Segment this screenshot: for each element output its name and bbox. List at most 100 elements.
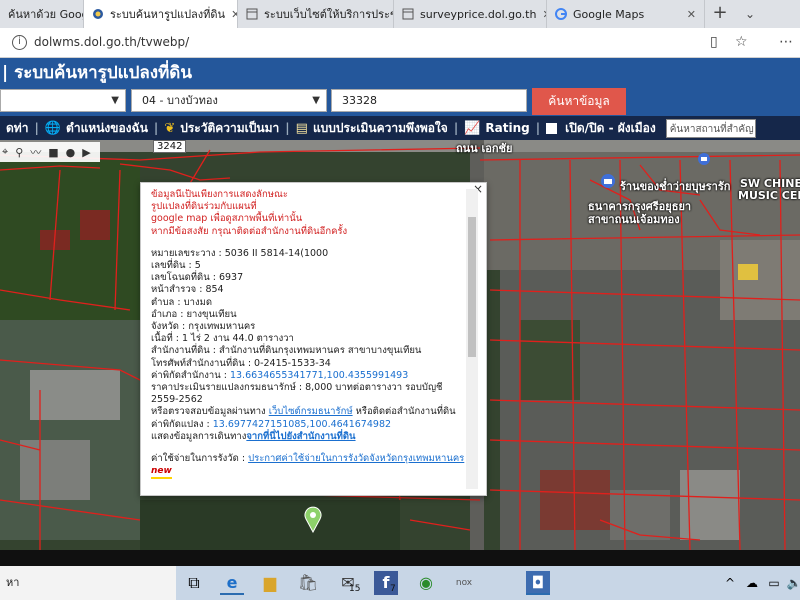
browser-tab-strip: ค้นหาด้วย Google ระบบค้นหารูปแปลงที่ดิน … — [0, 0, 800, 28]
cloud-icon[interactable]: ☁ — [740, 571, 764, 595]
shop-label: ร้านของช่ำว่ายบุษรารัก — [620, 180, 731, 193]
menu-item-my-location[interactable]: 🌐 ตำแหน่งของฉัน — [39, 116, 154, 140]
menu-item-label: ดท่า — [6, 120, 29, 135]
menu-item-label: แบบประเมินความพึงพอใจ — [312, 120, 448, 135]
popup-content[interactable]: ข้อมูลนี้เป็นเพียงการแสดงลักษณะ รูปแปลงท… — [151, 189, 473, 489]
draw-toolbar: ⌖ ⚲ 〰 ■ ● ▶ — [0, 142, 100, 162]
province-select[interactable]: ▼ — [0, 89, 126, 112]
route-to-office-link[interactable]: จากที่นี่ไปยังสำนักงานที่ดิน — [246, 431, 355, 442]
checkbox-icon[interactable] — [546, 122, 558, 134]
tab-google-search[interactable]: ค้นหาด้วย Google — [0, 0, 84, 28]
bank-pin-icon[interactable] — [600, 173, 616, 189]
marker-icon[interactable]: ⚲ — [15, 146, 23, 159]
tab-google-maps[interactable]: Google Maps ✕ — [547, 0, 705, 28]
field-province: จังหวัด : กรุงเทพมหานคร — [151, 321, 256, 333]
circle-icon[interactable]: ● — [66, 146, 76, 159]
office-coord-label: ค่าพิกัดสำนักงาน : — [151, 369, 230, 381]
field-area: เนื้อที่ : 1 ไร่ 2 งาน 44.0 ตารางวา — [151, 333, 294, 345]
close-tab-icon[interactable]: ✕ — [681, 8, 696, 21]
sw-label-2: MUSIC CENT — [738, 189, 800, 202]
popup-scrollbar[interactable] — [466, 189, 478, 489]
fee-prefix: ค่าใช้จ่ายในการรังวัด : — [151, 453, 249, 465]
road-label: ถนน เอกชัย — [456, 142, 513, 155]
new-badge: new — [151, 465, 172, 480]
location-marker-icon[interactable] — [303, 505, 323, 533]
office-coordinates: ค่าพิกัดสำนักงาน : 13.6634655341771,100.… — [151, 370, 473, 382]
volume-icon[interactable]: 🔈 — [782, 571, 800, 595]
new-tab-button[interactable]: + — [705, 0, 735, 28]
tab-list-button[interactable]: ⌄ — [735, 0, 765, 28]
page-footer-strip — [0, 550, 800, 566]
field-office-phone: โทรศัพท์สำนักงานที่ดิน : 0-2415-1533-34 — [151, 357, 331, 369]
tab-label: surveyprice.dol.go.th — [420, 7, 537, 21]
tab-label: Google Maps — [573, 7, 645, 21]
camera-app-icon[interactable]: ◘ — [526, 571, 550, 595]
page-icon — [246, 8, 258, 20]
menu-item-survey[interactable]: ▤ แบบประเมินความพึงพอใจ — [290, 116, 454, 140]
task-view-icon[interactable]: ⧉ — [182, 571, 206, 595]
search-bar: ▼ 04 - บางบัวทอง ▼ 33328 ค้นหาข้อมูล — [0, 88, 800, 116]
polygon-icon[interactable]: ▶ — [82, 146, 90, 159]
tab-citizen-service[interactable]: ระบบเว็บไซต์ให้บริการประชาชน : ✕ — [238, 0, 394, 28]
favorite-star-icon[interactable]: ☆ — [735, 34, 748, 50]
search-button[interactable]: ค้นหาข้อมูล — [532, 88, 626, 115]
survey-fee-line: ค่าใช้จ่ายในการรังวัด : ประกาศค่าใช้จ่าย… — [151, 453, 473, 480]
menu-item-guide[interactable]: ดท่า — [0, 116, 34, 140]
measure-icon[interactable]: ⌖ — [2, 145, 8, 159]
route-prefix: แสดงข้อมูลการเดินทาง — [151, 430, 247, 442]
form-icon: ▤ — [295, 120, 308, 136]
url-field[interactable]: dolwms.dol.go.th/tvwebp/ — [34, 35, 189, 49]
parcel-info-popup: × ข้อมูลนี้เป็นเพียงการแสดงลักษณะ รูปแปล… — [140, 182, 487, 496]
menu-item-history[interactable]: ❦ ประวัติความเป็นมา — [158, 116, 285, 140]
edge-browser-icon[interactable]: e — [220, 571, 244, 595]
site-info-icon[interactable]: i — [12, 35, 27, 50]
parcel-number-input[interactable]: 33328 — [331, 89, 527, 112]
close-tab-icon[interactable]: ✕ — [225, 8, 237, 21]
shop-pin-icon[interactable] — [697, 152, 711, 166]
field-subdistrict: ตำบล : บางมด — [151, 296, 213, 308]
store-icon[interactable]: 🛍 — [296, 571, 320, 595]
tab-label: ค้นหาด้วย Google — [8, 8, 83, 21]
close-tab-icon[interactable]: ✕ — [536, 8, 546, 21]
scrollbar-thumb[interactable] — [468, 217, 476, 357]
menu-item-city-plan-toggle[interactable]: เปิด/ปิด - ผังเมือง — [540, 116, 662, 140]
check-prefix: หรือตรวจสอบข้อมูลผ่านทาง — [151, 406, 269, 418]
tab-label: ระบบค้นหารูปแปลงที่ดิน — [110, 8, 226, 21]
district-select[interactable]: 04 - บางบัวทอง ▼ — [131, 89, 327, 112]
page-icon — [402, 8, 414, 20]
google-icon — [555, 8, 567, 20]
sprout-icon: ❦ — [164, 120, 176, 136]
menu-item-label: ตำแหน่งของฉัน — [66, 120, 148, 135]
nox-player-icon[interactable]: nox — [452, 571, 476, 595]
polyline-icon[interactable]: 〰 — [30, 144, 41, 160]
mail-badge: 15 — [349, 584, 361, 594]
rectangle-icon[interactable]: ■ — [48, 146, 58, 159]
main-menu: ดท่า | 🌐 ตำแหน่งของฉัน | ❦ ประวัติความเป… — [0, 116, 800, 140]
reading-view-icon[interactable]: ▯ — [710, 34, 718, 50]
taskbar-search-box[interactable]: หา — [0, 566, 176, 600]
survey-fee-link[interactable]: ประกาศค่าใช้จ่ายในการรังวัดจังหวัดกรุงเท… — [248, 453, 464, 464]
menu-item-rating[interactable]: 📈 Rating — [458, 116, 536, 140]
more-menu-icon[interactable]: ⋯ — [779, 34, 793, 50]
address-bar: i dolwms.dol.go.th/tvwebp/ ▯ ☆ ⋯ — [0, 28, 800, 58]
globe-icon: 🌐 — [44, 120, 62, 136]
chevron-down-icon: ▼ — [111, 95, 119, 106]
check-suffix: หรือติดต่อสำนักงานที่ดิน — [352, 406, 456, 418]
district-value: 04 - บางบัวทอง — [142, 94, 218, 107]
office-coord-value: 13.6634655341771,100.4355991493 — [229, 369, 409, 381]
appraised-price: ราคาประเมินรายแปลงกรมธนารักษ์ : 8,000 บา… — [151, 382, 443, 406]
disclaimer-line: รูปแปลงที่ดินร่วมกับแผนที่ — [151, 201, 257, 213]
colorful-app-icon[interactable]: ◉ — [414, 571, 438, 595]
windows-taskbar: หา ⧉ e ▆ 🛍 ✉ 15 f 7 ◉ nox ◘ ^ ☁ ▭ 🔈 — [0, 566, 800, 600]
tab-surveyprice[interactable]: surveyprice.dol.go.th ✕ — [394, 0, 547, 28]
place-search-input[interactable]: ค้นหาสถานที่สำคัญ — [665, 118, 756, 138]
treasury-website-link[interactable]: เว็บไซต์กรมธนารักษ์ — [269, 406, 353, 417]
field-survey-page: หน้าสำรวจ : 854 — [151, 284, 224, 296]
tab-label: ระบบเว็บไซต์ให้บริการประชาชน : — [264, 8, 393, 21]
file-explorer-icon[interactable]: ▆ — [258, 571, 282, 595]
tab-land-parcel-search[interactable]: ระบบค้นหารูปแปลงที่ดิน ✕ — [84, 0, 238, 28]
parcel-coord-value: 13.6977427151085,100.4641674982 — [212, 418, 392, 430]
field-map-sheet: หมายเลขระวาง : 5036 II 5814-14(1000 — [151, 247, 329, 259]
disclaimer-line: ข้อมูลนี้เป็นเพียงการแสดงลักษณะ — [151, 189, 288, 200]
chevron-up-icon[interactable]: ^ — [718, 571, 742, 595]
